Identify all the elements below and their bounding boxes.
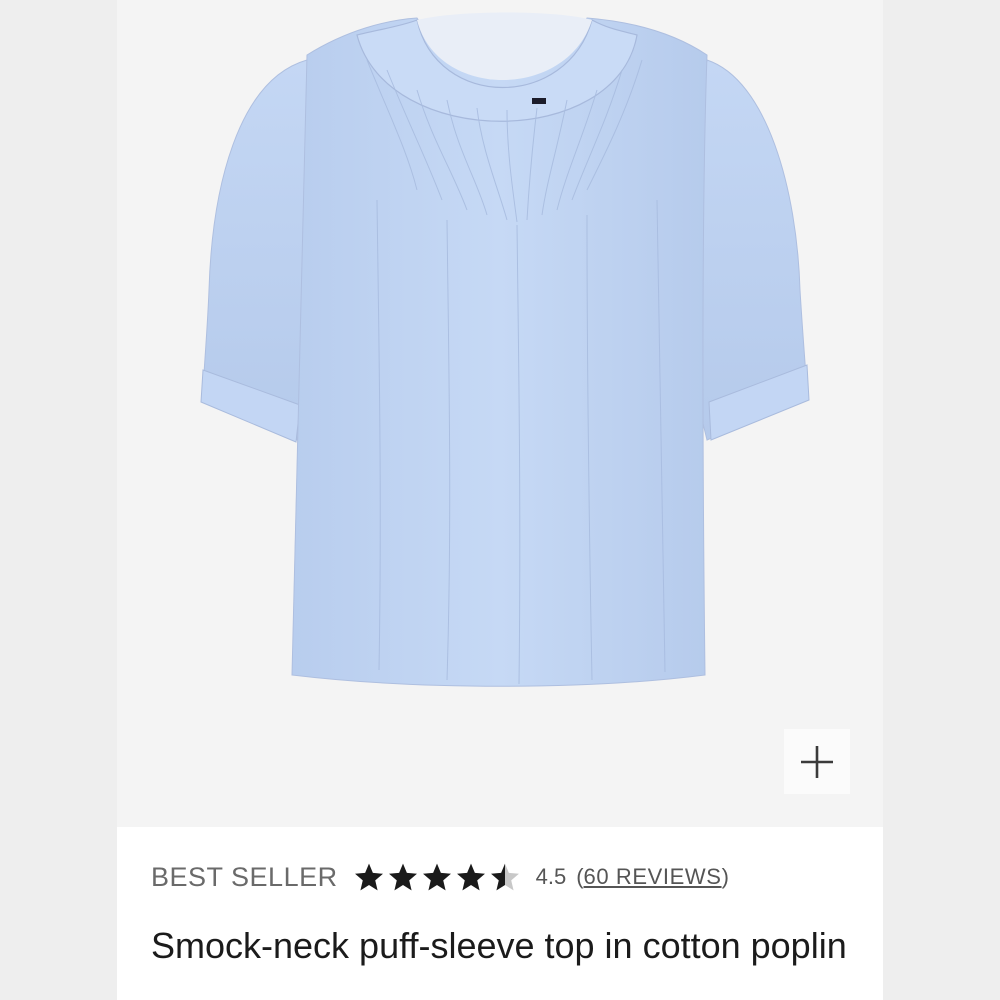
star-icon (422, 863, 451, 891)
best-seller-badge: BEST SELLER (151, 861, 338, 892)
reviews-close-paren: ) (721, 864, 729, 889)
star-icon (354, 863, 383, 891)
product-meta-row: BEST SELLER 4.5 (60 REVIEWS) (151, 857, 729, 897)
reviews-count: (60 REVIEWS) (576, 864, 729, 890)
left-margin (0, 0, 117, 1000)
product-image[interactable] (117, 0, 883, 827)
star-rating (352, 862, 522, 892)
reviews-open-paren: ( (576, 864, 584, 889)
blouse-illustration (200, 12, 810, 687)
right-margin (883, 0, 1000, 1000)
rating-value: 4.5 (535, 864, 567, 889)
plus-icon (801, 745, 833, 778)
star-icon (456, 863, 485, 891)
reviews-link[interactable]: 60 REVIEWS (584, 864, 722, 889)
star-icon (388, 863, 417, 891)
product-info-card: BEST SELLER 4.5 (60 REVIEWS) Smock-neck … (117, 827, 883, 1000)
product-title: Smock-neck puff-sleeve top in cotton pop… (151, 925, 847, 966)
zoom-button[interactable] (784, 729, 850, 794)
star-icon (490, 863, 519, 891)
